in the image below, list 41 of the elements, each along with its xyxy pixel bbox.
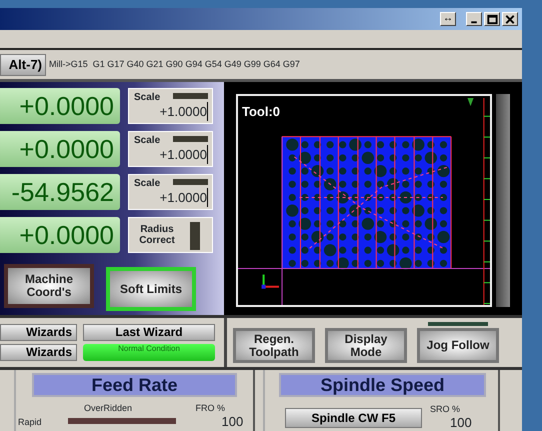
close-icon [505,14,515,24]
gcode-button[interactable]: Alt-7) [0,54,46,76]
resize-button[interactable]: ↔ [440,12,456,26]
minimize-button[interactable] [466,12,482,26]
dro-value: +0.0000 [0,131,120,167]
toolpath-button[interactable]: Jog Follow [417,328,499,363]
axis-icon [262,274,279,289]
mode-button[interactable]: Soft Limits [106,267,196,311]
wizards-button[interactable]: Wizards [0,344,77,361]
scale-value: +1.0000 [160,102,208,121]
spindle-button[interactable]: Spindle CW F5 [285,408,422,428]
toolpath-button[interactable]: Display Mode [325,328,407,363]
radius-correct-label: Radius Correct [138,224,176,246]
sro-value: 100 [450,416,472,428]
modal-codes-text: Mill->G15 G1 G17 G40 G21 G90 G94 G54 G49 G99 G64 G97 [49,58,300,71]
mode-button[interactable]: Machine Coord's [4,264,94,308]
scale-label: Scale [134,177,160,191]
minimize-icon [471,20,477,23]
status-indicator: Normal Condition [83,344,215,361]
scale-value: +1.0000 [160,188,208,207]
fro-label: FRO % [195,402,225,415]
scale-value: +1.0000 [160,144,208,164]
scale-label: Scale [134,134,160,148]
fro-value: 100 [222,416,244,426]
tool-label: Tool:0 [242,103,280,121]
sro-label: SRO % [430,403,462,416]
toolpath-button[interactable]: Regen. Toolpath [233,328,315,363]
maximize-button[interactable] [484,12,500,26]
maximize-icon [487,14,498,24]
tool-marker-icon [467,98,474,106]
wizards-button[interactable]: Wizards [0,324,77,341]
last-wizard-button[interactable]: Last Wizard [83,324,215,341]
dro-value: -54.9562 [0,174,120,210]
dro-value: +0.0000 [0,88,120,124]
scale-label: Scale [134,91,160,105]
rapid-label: Rapid [18,416,42,429]
overridden-label: OverRidden [84,402,132,415]
spindle-speed-title: Spindle Speed [279,373,486,397]
feed-rate-title: Feed Rate [32,373,237,397]
dro-value: +0.0000 [0,217,120,253]
close-button[interactable] [502,12,518,26]
